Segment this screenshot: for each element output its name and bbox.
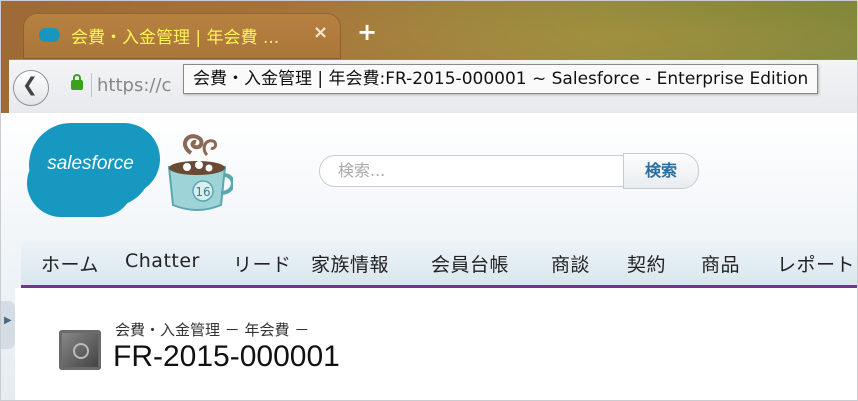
screenshot-frame: 会費・入金管理 | 年会費 ... × + ❮ https://c 会費・入金管…: [0, 0, 858, 401]
salesforce-page: salesforce 16 検索 ホーム Chatter リード 家族情報 会員…: [1, 113, 857, 400]
tab-family-info[interactable]: 家族情報: [311, 250, 389, 277]
breadcrumb: 会費・入金管理 － 年会費 －: [115, 321, 310, 339]
new-tab-button[interactable]: +: [357, 18, 377, 46]
sidebar-toggle[interactable]: ▶: [1, 301, 15, 349]
search-input[interactable]: [336, 160, 620, 181]
close-icon[interactable]: ×: [313, 22, 328, 43]
tab-leads[interactable]: リード: [233, 250, 292, 277]
tab-title: 会費・入金管理 | 年会費 ...: [71, 28, 280, 48]
coffee-cup-icon: 16: [167, 134, 233, 211]
tab-chatter[interactable]: Chatter: [125, 250, 200, 272]
tab-reports[interactable]: レポート: [777, 250, 855, 277]
lock-icon: [71, 74, 83, 90]
tab-tooltip: 会費・入金管理 | 年会費:FR-2015-000001 ~ Salesforc…: [183, 64, 819, 94]
back-button[interactable]: ❮: [13, 70, 49, 106]
record-header: 会費・入金管理 － 年会費 － FR-2015-000001: [15, 288, 857, 400]
tab-member-ledger[interactable]: 会員台帳: [431, 250, 509, 277]
chevron-right-icon: ▶: [4, 315, 12, 326]
browser-tab[interactable]: 会費・入金管理 | 年会費 ... ×: [23, 13, 341, 59]
search-button[interactable]: 検索: [623, 153, 699, 189]
url-divider: [91, 73, 92, 97]
salesforce-logo[interactable]: salesforce: [29, 123, 152, 207]
address-bar[interactable]: https://c: [97, 75, 187, 96]
salesforce-cloud-icon: [39, 28, 60, 42]
page-title: FR-2015-000001: [113, 340, 340, 373]
back-arrow-icon: ❮: [22, 74, 38, 96]
tab-opportunities[interactable]: 商談: [551, 250, 590, 277]
tab-home[interactable]: ホーム: [41, 250, 99, 277]
logo-text: salesforce: [47, 153, 134, 174]
browser-chrome: 会費・入金管理 | 年会費 ... × + ❮ https://c: [1, 1, 857, 114]
tab-products[interactable]: 商品: [701, 250, 740, 277]
app-tab-bar: ホーム Chatter リード 家族情報 会員台帳 商談 契約 商品 レポート: [21, 241, 857, 288]
safe-icon: [59, 330, 101, 370]
search-field-wrapper: [319, 155, 627, 187]
tab-contracts[interactable]: 契約: [627, 250, 666, 277]
mascot-badge: 16: [195, 185, 210, 199]
